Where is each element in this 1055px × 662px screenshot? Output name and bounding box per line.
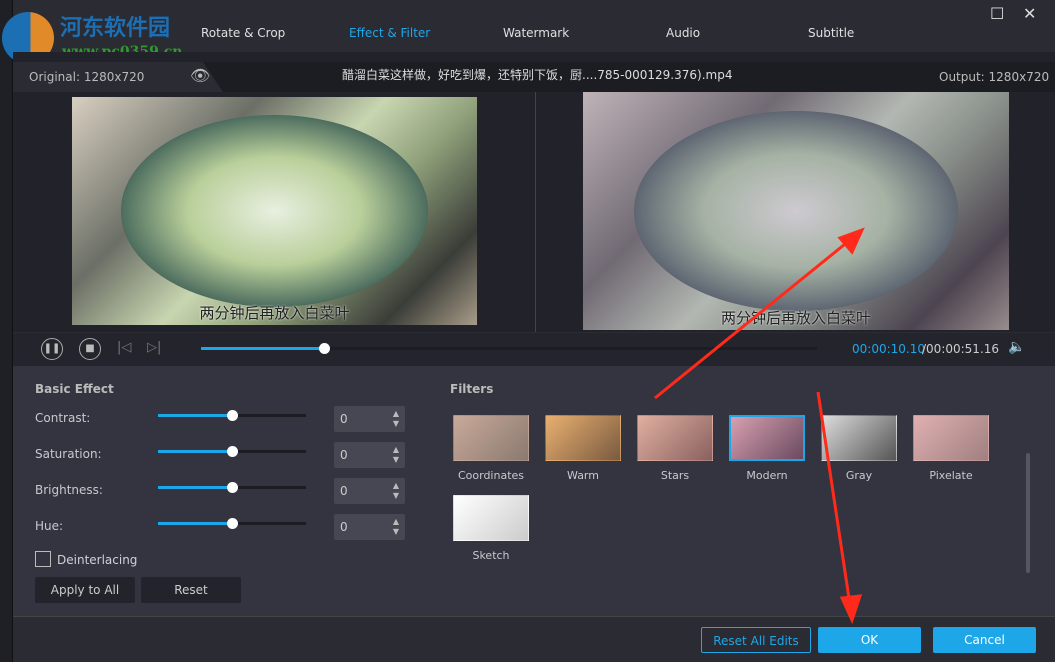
tab-effect-filter[interactable]: Effect & Filter: [349, 26, 430, 40]
brightness-stepper[interactable]: 0 ▲▼: [334, 478, 405, 504]
filter-thumbnail: [637, 415, 713, 461]
filter-label: Coordinates: [458, 469, 524, 482]
stepper-value: 0: [340, 520, 348, 534]
basic-effect-title: Basic Effect: [35, 382, 114, 396]
filter-stars[interactable]: Stars: [637, 415, 713, 482]
filter-label: Pixelate: [929, 469, 972, 482]
filter-warm[interactable]: Warm: [545, 415, 621, 482]
filter-pixelate[interactable]: Pixelate: [913, 415, 989, 482]
deinterlacing-checkbox[interactable]: [35, 551, 51, 567]
filter-thumbnail: [729, 415, 805, 461]
eye-icon[interactable]: 👁: [190, 66, 210, 85]
tab-watermark[interactable]: Watermark: [503, 26, 569, 40]
filter-label: Warm: [567, 469, 599, 482]
output-resolution: Output: 1280x720: [939, 70, 1049, 84]
filter-gray[interactable]: Gray: [821, 415, 897, 482]
cancel-button[interactable]: Cancel: [933, 627, 1036, 653]
filter-thumbnail: [453, 495, 529, 541]
stepper-value: 0: [340, 412, 348, 426]
brightness-label: Brightness:: [35, 483, 103, 497]
progress-slider[interactable]: [201, 347, 817, 350]
hue-stepper[interactable]: 0 ▲▼: [334, 514, 405, 540]
filter-sketch[interactable]: Sketch: [453, 495, 529, 562]
volume-icon[interactable]: 🔈: [1008, 339, 1025, 355]
video-caption: 两分钟后再放入白菜叶: [583, 307, 1009, 328]
ok-button[interactable]: OK: [818, 627, 921, 653]
saturation-label: Saturation:: [35, 447, 102, 461]
divider: [535, 92, 536, 332]
filter-coordinates[interactable]: Coordinates: [453, 415, 529, 482]
filter-label: Gray: [846, 469, 872, 482]
contrast-label: Contrast:: [35, 411, 90, 425]
stepper-arrows-icon[interactable]: ▲▼: [393, 517, 399, 537]
brightness-slider[interactable]: [158, 486, 306, 489]
stepper-arrows-icon[interactable]: ▲▼: [393, 409, 399, 429]
filters-title: Filters: [450, 382, 493, 396]
close-icon[interactable]: ✕: [1023, 4, 1036, 23]
deinterlacing-label: Deinterlacing: [57, 553, 137, 567]
output-video: 两分钟后再放入白菜叶: [583, 92, 1009, 330]
filter-thumbnail: [545, 415, 621, 461]
stop-button[interactable]: ■: [79, 338, 101, 360]
next-frame-icon[interactable]: ▷|: [147, 340, 161, 355]
stepper-value: 0: [340, 484, 348, 498]
stepper-arrows-icon[interactable]: ▲▼: [393, 445, 399, 465]
file-name: 醋溜白菜这样做，好吃到爆，还特别下饭，厨....785-000129.376).…: [342, 66, 732, 83]
hue-slider[interactable]: [158, 522, 306, 525]
filter-label: Modern: [746, 469, 787, 482]
total-time: /00:00:51.16: [922, 342, 999, 356]
tab-subtitle[interactable]: Subtitle: [808, 26, 854, 40]
current-time: 00:00:10.10: [852, 342, 925, 356]
stepper-arrows-icon[interactable]: ▲▼: [393, 481, 399, 501]
maximize-icon[interactable]: ☐: [990, 4, 1004, 23]
filter-modern[interactable]: Modern: [729, 415, 805, 482]
filters-scrollbar[interactable]: [1026, 453, 1030, 573]
filter-thumbnail: [821, 415, 897, 461]
stepper-value: 0: [340, 448, 348, 462]
pause-button[interactable]: ❚❚: [41, 338, 63, 360]
filter-label: Stars: [661, 469, 689, 482]
contrast-stepper[interactable]: 0 ▲▼: [334, 406, 405, 432]
filter-label: Sketch: [472, 549, 509, 562]
background-window-strip: [0, 0, 13, 662]
tab-audio[interactable]: Audio: [666, 26, 700, 40]
reset-all-edits-button[interactable]: Reset All Edits: [701, 627, 811, 653]
filter-thumbnail: [453, 415, 529, 461]
reset-button[interactable]: Reset: [141, 577, 241, 603]
saturation-slider[interactable]: [158, 450, 306, 453]
tab-rotate-crop[interactable]: Rotate & Crop: [201, 26, 285, 40]
original-video: 两分钟后再放入白菜叶: [72, 97, 477, 325]
previous-frame-icon[interactable]: |◁: [117, 340, 131, 355]
video-caption: 两分钟后再放入白菜叶: [72, 302, 477, 323]
saturation-stepper[interactable]: 0 ▲▼: [334, 442, 405, 468]
contrast-slider[interactable]: [158, 414, 306, 417]
original-resolution: Original: 1280x720: [29, 70, 144, 84]
apply-to-all-button[interactable]: Apply to All: [35, 577, 135, 603]
hue-label: Hue:: [35, 519, 63, 533]
filter-thumbnail: [913, 415, 989, 461]
